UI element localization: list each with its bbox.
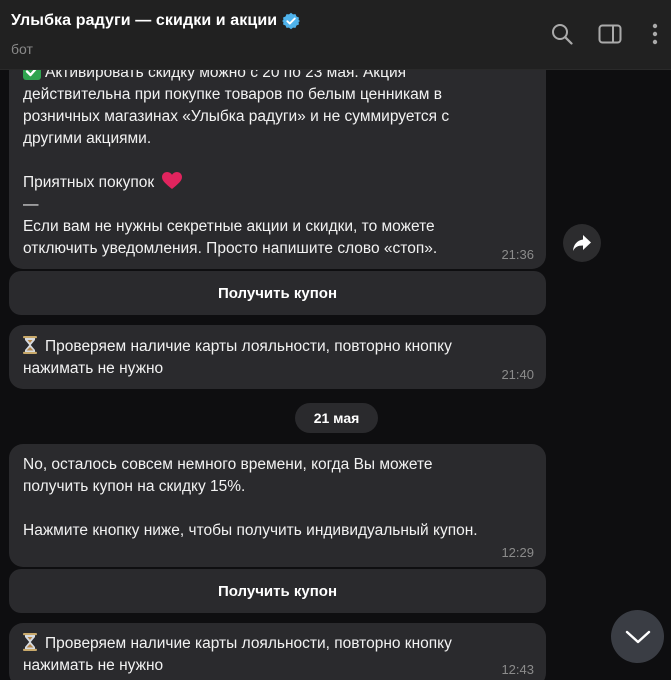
- chat-title: Улыбка радуги — скидки и акции: [11, 12, 278, 29]
- share-forward-icon: [573, 235, 591, 251]
- message-line: Приятных покупок: [23, 172, 532, 194]
- message-line: Если вам не нужны секретные акции и скид…: [23, 218, 435, 235]
- chevron-down-icon: [625, 630, 650, 643]
- message-bubble-coupon-reminder: No, осталось совсем немного времени, ког…: [9, 444, 546, 567]
- message-time: 21:40: [501, 367, 534, 382]
- message-bubble-discount-info: Активировать скидку можно с 20 по 23 мая…: [9, 40, 546, 269]
- search-icon: [552, 24, 573, 45]
- message-line: розничных магазинах «Улыбка радуги» и не…: [23, 108, 450, 125]
- message-line: Проверяем наличие карты лояльности, повт…: [23, 336, 532, 358]
- more-vertical-icon: [652, 23, 658, 45]
- message-line: —: [23, 196, 39, 213]
- chat-header: Улыбка радуги — скидки и акции бот: [0, 0, 671, 70]
- message-line: отключить уведомления. Просто напишите с…: [23, 240, 438, 257]
- message-line: Нажмите кнопку ниже, чтобы получить инди…: [23, 522, 478, 539]
- share-button[interactable]: [563, 224, 601, 262]
- get-coupon-button[interactable]: Получить купон: [9, 569, 546, 613]
- verified-badge-icon: [282, 12, 301, 30]
- chat-subtitle: бот: [11, 41, 33, 57]
- message-line: получить купон на скидку 15%.: [23, 478, 246, 495]
- heart-emoji-icon: [161, 172, 182, 189]
- scroll-to-bottom-button[interactable]: [611, 610, 664, 663]
- get-coupon-button[interactable]: Получить купон: [9, 271, 546, 315]
- hourglass-emoji-icon: [23, 336, 37, 354]
- message-time: 12:43: [501, 662, 534, 677]
- line-spacer: [23, 150, 532, 172]
- message-time: 21:36: [501, 247, 534, 262]
- message-line: нажимать не нужно: [23, 657, 164, 674]
- message-line: нажимать не нужно: [23, 360, 164, 377]
- message-bubble-loyalty-check: Проверяем наличие карты лояльности, повт…: [9, 623, 546, 680]
- hourglass-emoji-icon: [23, 633, 37, 651]
- message-bubble-loyalty-check: Проверяем наличие карты лояльности, повт…: [9, 325, 546, 389]
- message-text: Проверяем наличие карты лояльности, повт…: [45, 338, 452, 355]
- sidebar-toggle-button[interactable]: [597, 21, 623, 47]
- message-line: Проверяем наличие карты лояльности, повт…: [23, 633, 532, 655]
- message-line: другими акциями.: [23, 130, 152, 147]
- message-line: действительна при покупке товаров по бел…: [23, 86, 442, 103]
- message-text: Проверяем наличие карты лояльности, повт…: [45, 635, 452, 652]
- chat-area: Активировать скидку можно с 20 по 23 мая…: [0, 0, 671, 680]
- date-separator: 21 мая: [295, 403, 378, 433]
- message-line: No, осталось совсем немного времени, ког…: [23, 456, 433, 473]
- line-spacer: [23, 498, 532, 520]
- message-time: 12:29: [501, 545, 534, 560]
- chat-title-row[interactable]: Улыбка радуги — скидки и акции: [11, 12, 301, 30]
- more-menu-button[interactable]: [642, 21, 668, 47]
- search-button[interactable]: [549, 21, 575, 47]
- sidebar-toggle-icon: [598, 24, 622, 44]
- message-text: Приятных покупок: [23, 174, 155, 191]
